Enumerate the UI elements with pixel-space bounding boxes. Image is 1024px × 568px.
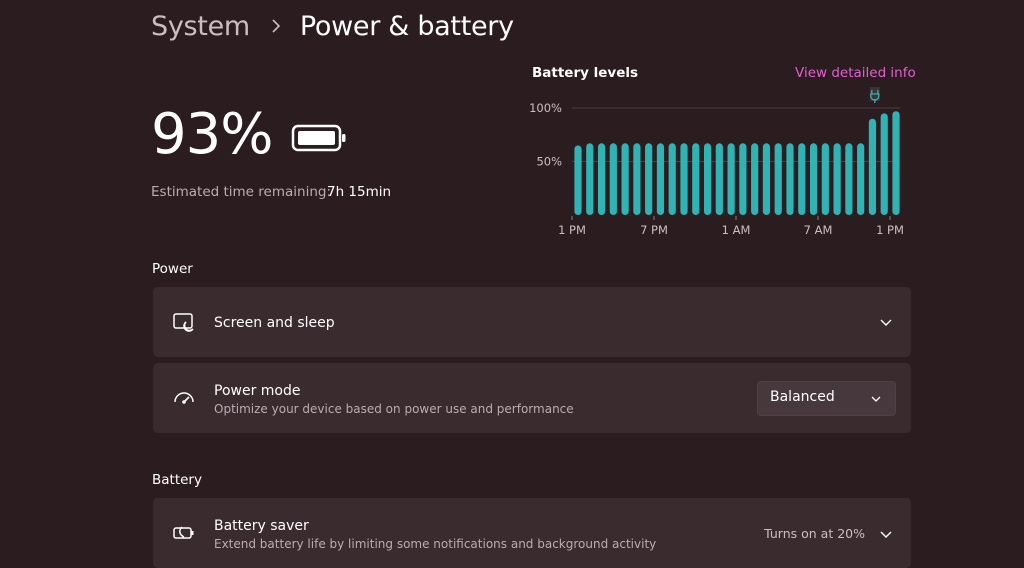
power-mode-gauge-icon (174, 392, 194, 404)
chevron-down-icon[interactable] (879, 315, 893, 329)
power-mode-dropdown[interactable]: Balanced (757, 381, 896, 416)
battery-level-bar (845, 143, 853, 215)
battery-level-bar (574, 145, 582, 215)
power-mode-subtitle: Optimize your device based on power use … (214, 402, 574, 416)
battery-level-bar (586, 143, 594, 215)
battery-level-bar (656, 143, 665, 215)
battery-level-bar (868, 118, 877, 215)
battery-level-bar (786, 143, 794, 215)
view-detailed-info-link[interactable]: View detailed info (795, 65, 916, 81)
section-label-battery: Battery (152, 472, 202, 488)
battery-level-bar (857, 143, 865, 215)
battery-level-bar (715, 143, 723, 215)
estimated-time-value: 7h 15min (327, 184, 392, 200)
battery-icon (291, 124, 346, 152)
battery-level-bar (597, 143, 606, 215)
battery-saver-title: Battery saver (214, 518, 309, 534)
chevron-down-icon (871, 396, 881, 402)
battery-level-bar (880, 113, 888, 215)
chevron-down-icon[interactable] (879, 527, 893, 541)
battery-level-bar (798, 143, 806, 215)
battery-saver-icon (173, 526, 194, 539)
power-mode-card: Power mode Optimize your device based on… (153, 363, 911, 433)
battery-level-bar (645, 143, 653, 215)
battery-level-bar (727, 143, 735, 215)
battery-level-bar (751, 143, 759, 215)
battery-level-bar (621, 143, 629, 215)
battery-level-bar (739, 143, 747, 215)
breadcrumb: System Power & battery (151, 6, 514, 46)
battery-level-bar (633, 143, 641, 215)
screen-and-sleep-card[interactable]: Screen and sleep (153, 287, 911, 357)
section-label-power: Power (152, 261, 193, 277)
battery-levels-title: Battery levels (532, 65, 639, 81)
screen-and-sleep-title: Screen and sleep (214, 315, 335, 331)
page-title: Power & battery (299, 10, 514, 42)
x-tick-label: 7 PM (640, 223, 668, 237)
battery-level-bar (762, 143, 771, 215)
estimated-time-label: Estimated time remaining: (151, 184, 331, 200)
battery-level-bar (809, 143, 818, 215)
x-tick-label: 1 AM (722, 223, 751, 237)
battery-saver-card[interactable]: Battery saver Extend battery life by lim… (153, 498, 911, 568)
y-tick-label: 100% (529, 101, 562, 115)
battery-level-bar (892, 111, 900, 215)
battery-level-bar (680, 143, 688, 215)
power-mode-title: Power mode (214, 383, 301, 399)
battery-level-bar (692, 143, 700, 215)
power-mode-selected-value: Balanced (770, 389, 835, 405)
x-tick-label: 7 AM (804, 223, 833, 237)
battery-saver-status: Turns on at 20% (764, 526, 865, 541)
battery-level-bar (668, 143, 676, 215)
chevron-right-icon (272, 19, 281, 33)
battery-level-bar (703, 143, 712, 215)
y-tick-label: 50% (536, 155, 562, 169)
screen-sleep-icon (173, 313, 194, 332)
breadcrumb-system-link[interactable]: System (151, 11, 250, 42)
battery-percentage: 93% (151, 102, 273, 167)
battery-level-bar (774, 143, 782, 215)
battery-level-bar (821, 143, 829, 215)
battery-level-bar (609, 143, 617, 215)
x-tick-label: 1 PM (558, 223, 586, 237)
battery-level-bar (833, 143, 841, 215)
battery-saver-subtitle: Extend battery life by limiting some not… (214, 537, 657, 551)
x-tick-label: 1 PM (876, 223, 904, 237)
battery-levels-chart: 100% 50% 1 PM 7 PM 1 AM 7 AM 1 PM (529, 87, 904, 237)
